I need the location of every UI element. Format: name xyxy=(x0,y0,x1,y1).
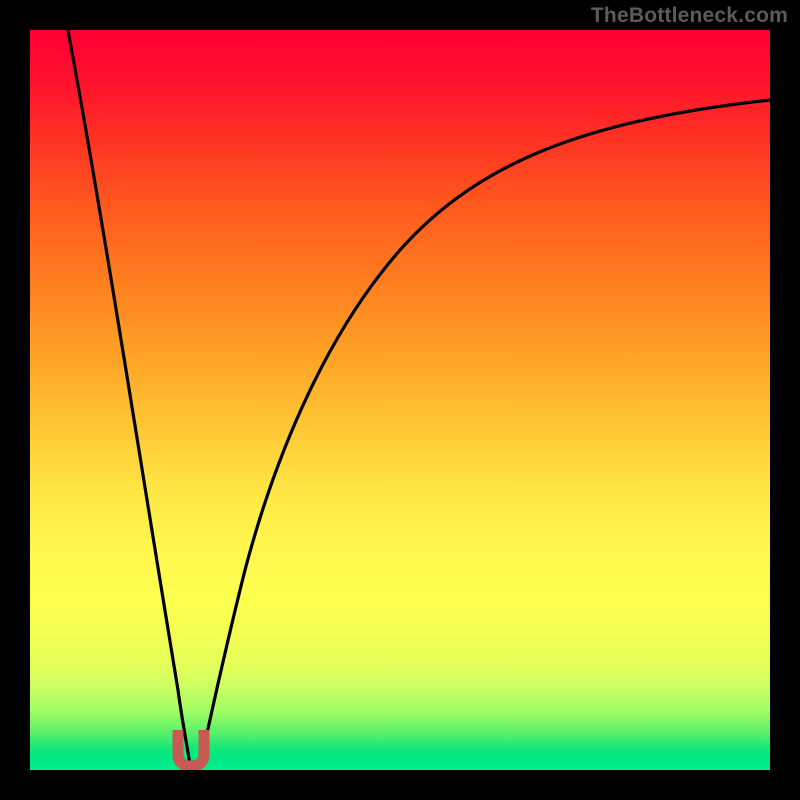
u-shape-icon xyxy=(178,732,204,766)
brand-watermark: TheBottleneck.com xyxy=(591,4,788,28)
outer-frame: TheBottleneck.com xyxy=(0,0,800,800)
min-marker xyxy=(172,730,210,770)
chart-area xyxy=(30,30,770,770)
curve-right-branch xyxy=(200,100,770,765)
bottleneck-curve xyxy=(30,30,770,770)
curve-left-branch xyxy=(66,30,190,765)
